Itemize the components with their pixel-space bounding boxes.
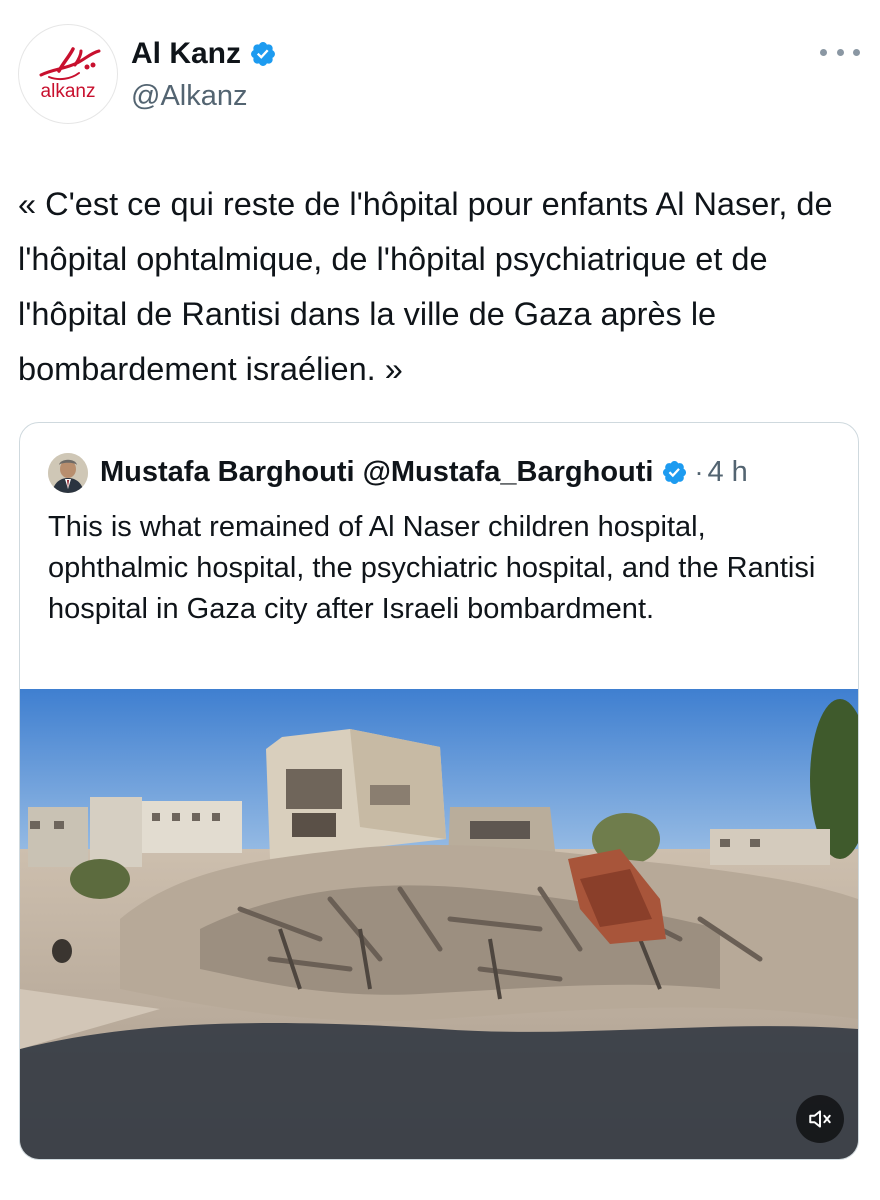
verified-badge-icon[interactable] xyxy=(661,459,688,486)
quoted-tweet-time[interactable]: 4 h xyxy=(707,456,747,489)
more-dot xyxy=(853,48,860,56)
quoted-author-handle[interactable]: @Mustafa_Barghouti xyxy=(363,456,654,489)
tweet-page: alkanz Al Kanz @Alkanz « C'est ce qui re… xyxy=(0,0,880,1200)
author-handle[interactable]: @Alkanz xyxy=(131,78,247,114)
logo-wordmark: alkanz xyxy=(41,81,96,102)
quoted-tweet-header: Mustafa Barghouti @Mustafa_Barghouti · 4… xyxy=(100,450,748,494)
quoted-author-avatar[interactable] xyxy=(48,453,88,493)
alkanz-logo: alkanz xyxy=(39,47,101,102)
quoted-tweet-text: This is what remained of Al Naser childr… xyxy=(48,511,816,625)
more-horizontal-icon[interactable] xyxy=(820,40,860,64)
quoted-time-separator: · xyxy=(694,456,704,487)
verified-badge-icon[interactable] xyxy=(249,40,277,68)
quoted-video[interactable] xyxy=(20,689,858,1159)
author-name-row: Al Kanz xyxy=(131,34,277,74)
video-frame-rubble xyxy=(20,689,858,1159)
more-dot xyxy=(820,48,827,56)
quoted-tweet-card[interactable]: Mustafa Barghouti @Mustafa_Barghouti · 4… xyxy=(19,422,859,1160)
volume-muted-icon[interactable] xyxy=(796,1095,844,1143)
quoted-author-name[interactable]: Mustafa Barghouti xyxy=(100,456,355,489)
more-dot xyxy=(836,48,844,56)
author-avatar[interactable]: alkanz xyxy=(18,24,118,124)
tweet-text: « C'est ce qui reste de l'hôpital pour e… xyxy=(18,186,833,387)
author-display-name[interactable]: Al Kanz xyxy=(131,34,241,74)
